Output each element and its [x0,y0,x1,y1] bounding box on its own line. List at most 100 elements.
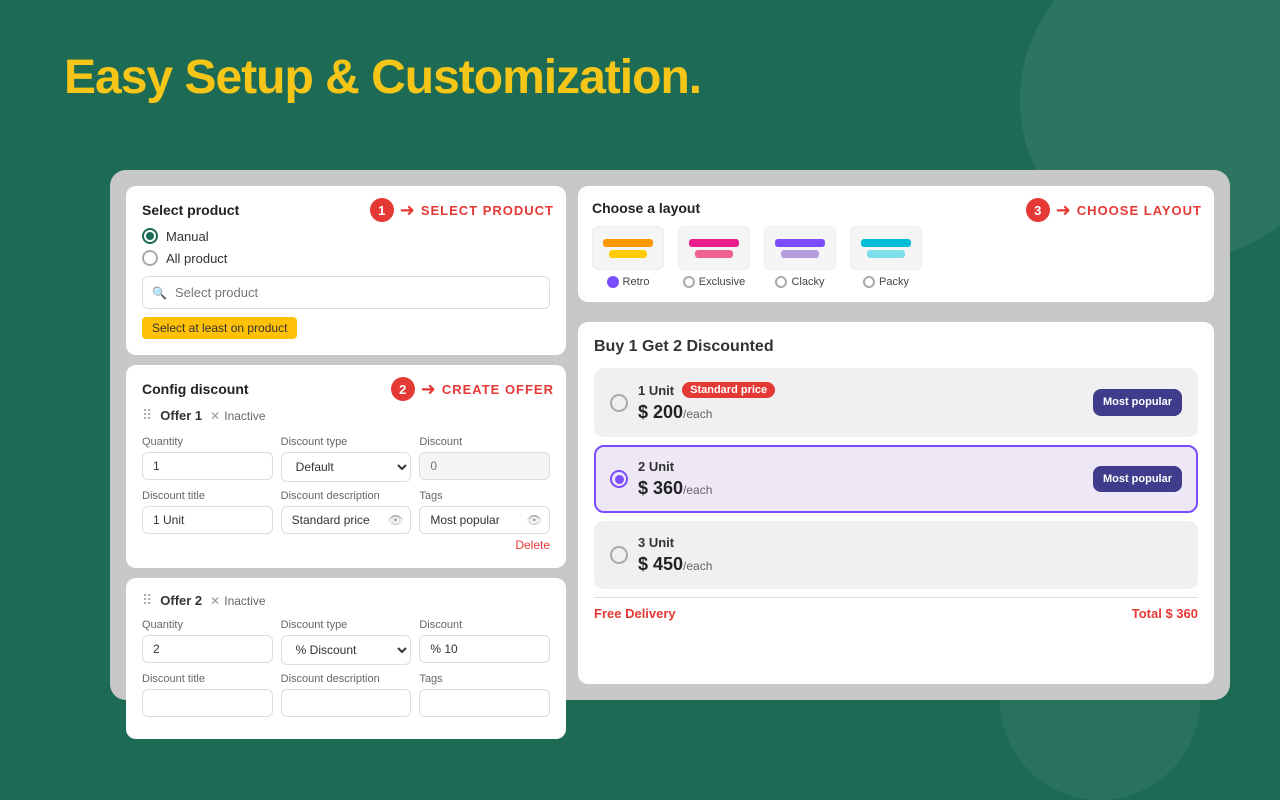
cla-bar2 [781,250,818,258]
preview-card: Buy 1 Get 2 Discounted 1 Unit Standard p… [578,322,1214,684]
offer2-status-x: ✕ [210,594,220,608]
radio-manual-label: Manual [166,229,209,244]
offer2-per: /each [683,483,712,497]
offer1-discount-field: Discount [419,436,550,482]
offer2-price-value: $ 360 [638,478,683,498]
retro-bar1 [603,239,653,247]
offer1-title-field: Discount title [142,490,273,534]
search-icon: 🔍 [152,286,167,300]
offer1-tags-eye-icon[interactable]: 👁 [527,513,542,527]
layout-packy[interactable]: Packy [850,226,922,288]
offer1-quantity-label: Quantity [142,436,273,448]
offer1-preview-info: 1 Unit Standard price $ 200/each [638,382,1083,423]
offer2-description-field: Discount description [281,673,412,717]
product-type-radio-group: Manual All product [142,228,550,266]
offer1-discount-type-label: Discount type [281,436,412,448]
offer2-tags-input[interactable] [419,689,550,717]
offer1-preview-radio [610,394,628,412]
pac-bar1 [861,239,911,247]
total-label: Total $ 360 [1132,606,1198,621]
layout-clacky[interactable]: Clacky [764,226,836,288]
offer2-description-input[interactable] [281,689,412,717]
config-discount-card: Config discount 2 ➜ CREATE OFFER ⠿ Offer… [126,365,566,568]
offer2-unit-label: 2 Unit [638,459,674,474]
product-search-wrap: 🔍 [142,276,550,309]
exclusive-name: Exclusive [699,276,745,288]
offer1-description-wrap: 👁 [281,506,412,534]
offer1-form-bottom: Discount title Discount description 👁 Ta… [142,490,550,534]
layouts-row: Retro Exclusive [592,226,1200,288]
offer1-tags-label: Tags [419,490,550,502]
exclusive-radio [683,276,695,288]
step2-label: CREATE OFFER [442,382,554,397]
offer2-header: ⠿ Offer 2 ✕ Inactive [142,592,550,609]
offer1-status-label: Inactive [224,409,265,423]
offer-row-1[interactable]: 1 Unit Standard price $ 200/each Most po… [594,368,1198,437]
step3-badge: 3 ➜ CHOOSE LAYOUT [1026,198,1202,222]
offer2-discount-type-label: Discount type [281,619,412,631]
offer3-preview-radio [610,546,628,564]
retro-bar2 [609,250,646,258]
packy-radio [863,276,875,288]
offer2-description-label: Discount description [281,673,412,685]
offer1-description-field: Discount description 👁 [281,490,412,534]
step3-label: CHOOSE LAYOUT [1077,203,1202,218]
radio-all-product[interactable]: All product [142,250,550,266]
offer1-header: ⠿ Offer 1 ✕ Inactive [142,407,550,424]
offer2-preview-info: 2 Unit $ 360/each [638,459,1083,499]
packy-thumb [850,226,922,270]
layout-exclusive[interactable]: Exclusive [678,226,750,288]
offer2-preview-radio [610,470,628,488]
offer-row-3[interactable]: 3 Unit $ 450/each [594,521,1198,589]
exc-bar1 [689,239,739,247]
offer2-discount-type-field: Discount type % Discount [281,619,412,665]
offer1-title-label: Discount title [142,490,273,502]
packy-name: Packy [879,276,909,288]
offer1-tags-wrap: 👁 [419,506,550,534]
pac-bar2 [867,250,904,258]
offer1-form-top: Quantity Discount type Default Discount [142,436,550,482]
offer1-drag-handle[interactable]: ⠿ [142,407,152,424]
offer1-discount-type-select[interactable]: Default [281,452,412,482]
offer2-tags-field: Tags [419,673,550,717]
step2-badge: 2 ➜ CREATE OFFER [391,377,554,401]
offer2-form-bottom: Discount title Discount description Tags [142,673,550,717]
packy-label-row: Packy [863,276,909,288]
offer2-title-input[interactable] [142,689,273,717]
main-container: Select product 1 ➜ SELECT PRODUCT Manual… [110,170,1230,700]
offer2-quantity-input[interactable] [142,635,273,663]
radio-manual[interactable]: Manual [142,228,550,244]
clacky-label-row: Clacky [775,276,824,288]
offer1-delete-button[interactable]: Delete [142,538,550,552]
page-title: Easy Setup & Customization. [64,52,701,105]
retro-radio [607,276,619,288]
layout-retro[interactable]: Retro [592,226,664,288]
radio-all-label: All product [166,251,227,266]
offer1-eye-icon[interactable]: 👁 [388,513,403,527]
left-panel: Select product 1 ➜ SELECT PRODUCT Manual… [126,186,566,684]
offer2-drag-handle[interactable]: ⠿ [142,592,152,609]
offer3-preview-info: 3 Unit $ 450/each [638,535,1182,575]
validation-message: Select at least on product [142,317,297,339]
offer1-title-input[interactable] [142,506,273,534]
cla-bar1 [775,239,825,247]
offer-row-2[interactable]: 2 Unit $ 360/each Most popular [594,445,1198,513]
product-search-input[interactable] [142,276,550,309]
offer1-discount-input[interactable] [419,452,550,480]
offer1-price-value: $ 200 [638,402,683,422]
offer1-description-label: Discount description [281,490,412,502]
offer1-popular-badge: Most popular [1093,389,1182,415]
choose-layout-card: Choose a layout 3 ➜ CHOOSE LAYOUT Retro [578,186,1214,302]
retro-label-row: Retro [607,276,650,288]
offer2-discount-type-select[interactable]: % Discount [281,635,412,665]
exclusive-thumb [678,226,750,270]
offer2-popular-badge: Most popular [1093,466,1182,492]
offer2-tags-label: Tags [419,673,550,685]
offer2-title-field: Discount title [142,673,273,717]
offer2-discount-input[interactable] [419,635,550,663]
offer1-quantity-input[interactable] [142,452,273,480]
offer2-form-top: Quantity Discount type % Discount Discou… [142,619,550,665]
offer2-name: Offer 2 [160,593,202,608]
offer2-title-label: Discount title [142,673,273,685]
offer2-unit-row: 2 Unit [638,459,1083,474]
